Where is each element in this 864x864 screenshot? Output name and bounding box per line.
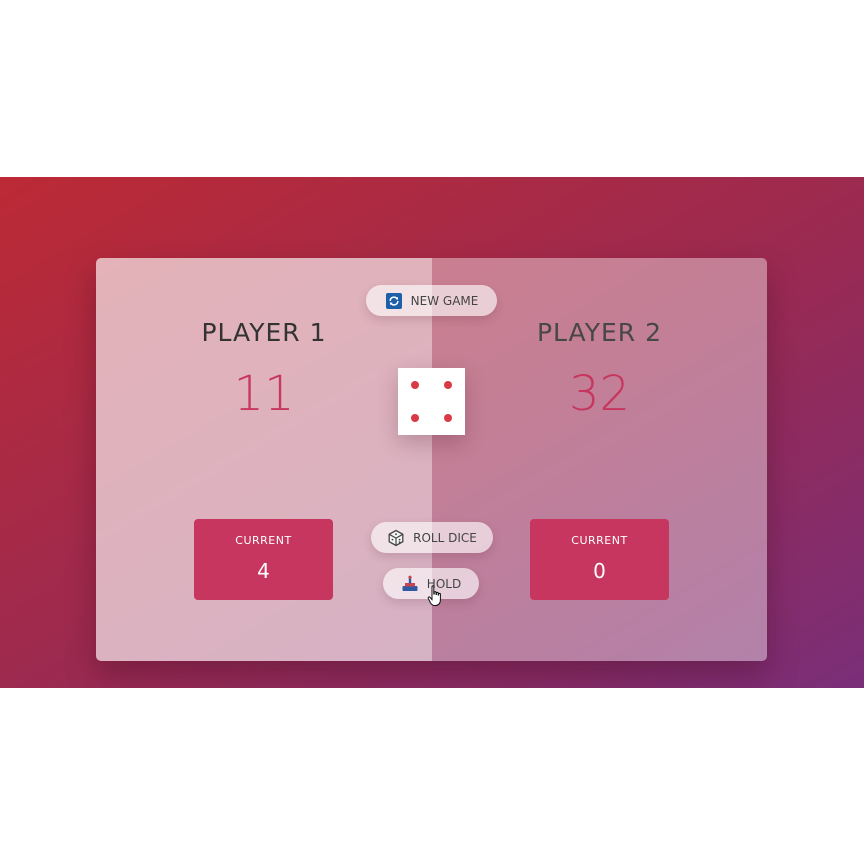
player-1-current-label: CURRENT [235, 534, 292, 547]
roll-dice-button[interactable]: ROLL DICE [371, 522, 493, 553]
player-2-current-score: 0 [593, 559, 606, 583]
dice-pip [411, 381, 419, 389]
player-2-name: PLAYER 2 [536, 318, 663, 347]
dice-pip [444, 381, 452, 389]
player-1-name: PLAYER 1 [201, 318, 327, 347]
player-1-score: 11 [233, 366, 295, 422]
dice-pip [444, 414, 452, 422]
hold-icon [401, 575, 419, 593]
game-background: PLAYER 1 11 CURRENT 4 PLAYER 2 32 CURREN… [0, 177, 864, 688]
roll-dice-label: ROLL DICE [413, 530, 477, 545]
player-2-score: 32 [568, 366, 631, 422]
player-1-current-score: 4 [257, 559, 270, 583]
refresh-icon [385, 292, 403, 310]
player-2-current-box: CURRENT 0 [530, 519, 669, 600]
player-1-panel: PLAYER 1 11 CURRENT 4 [96, 258, 432, 661]
player-2-panel: PLAYER 2 32 CURRENT 0 [432, 258, 767, 661]
player-1-current-box: CURRENT 4 [194, 519, 333, 600]
dice [398, 368, 465, 435]
new-game-button[interactable]: NEW GAME [366, 285, 497, 316]
dice-icon [387, 529, 405, 547]
new-game-label: NEW GAME [410, 293, 479, 308]
dice-pip [411, 414, 419, 422]
player-2-current-label: CURRENT [571, 534, 628, 547]
hand-cursor-icon [427, 585, 441, 606]
